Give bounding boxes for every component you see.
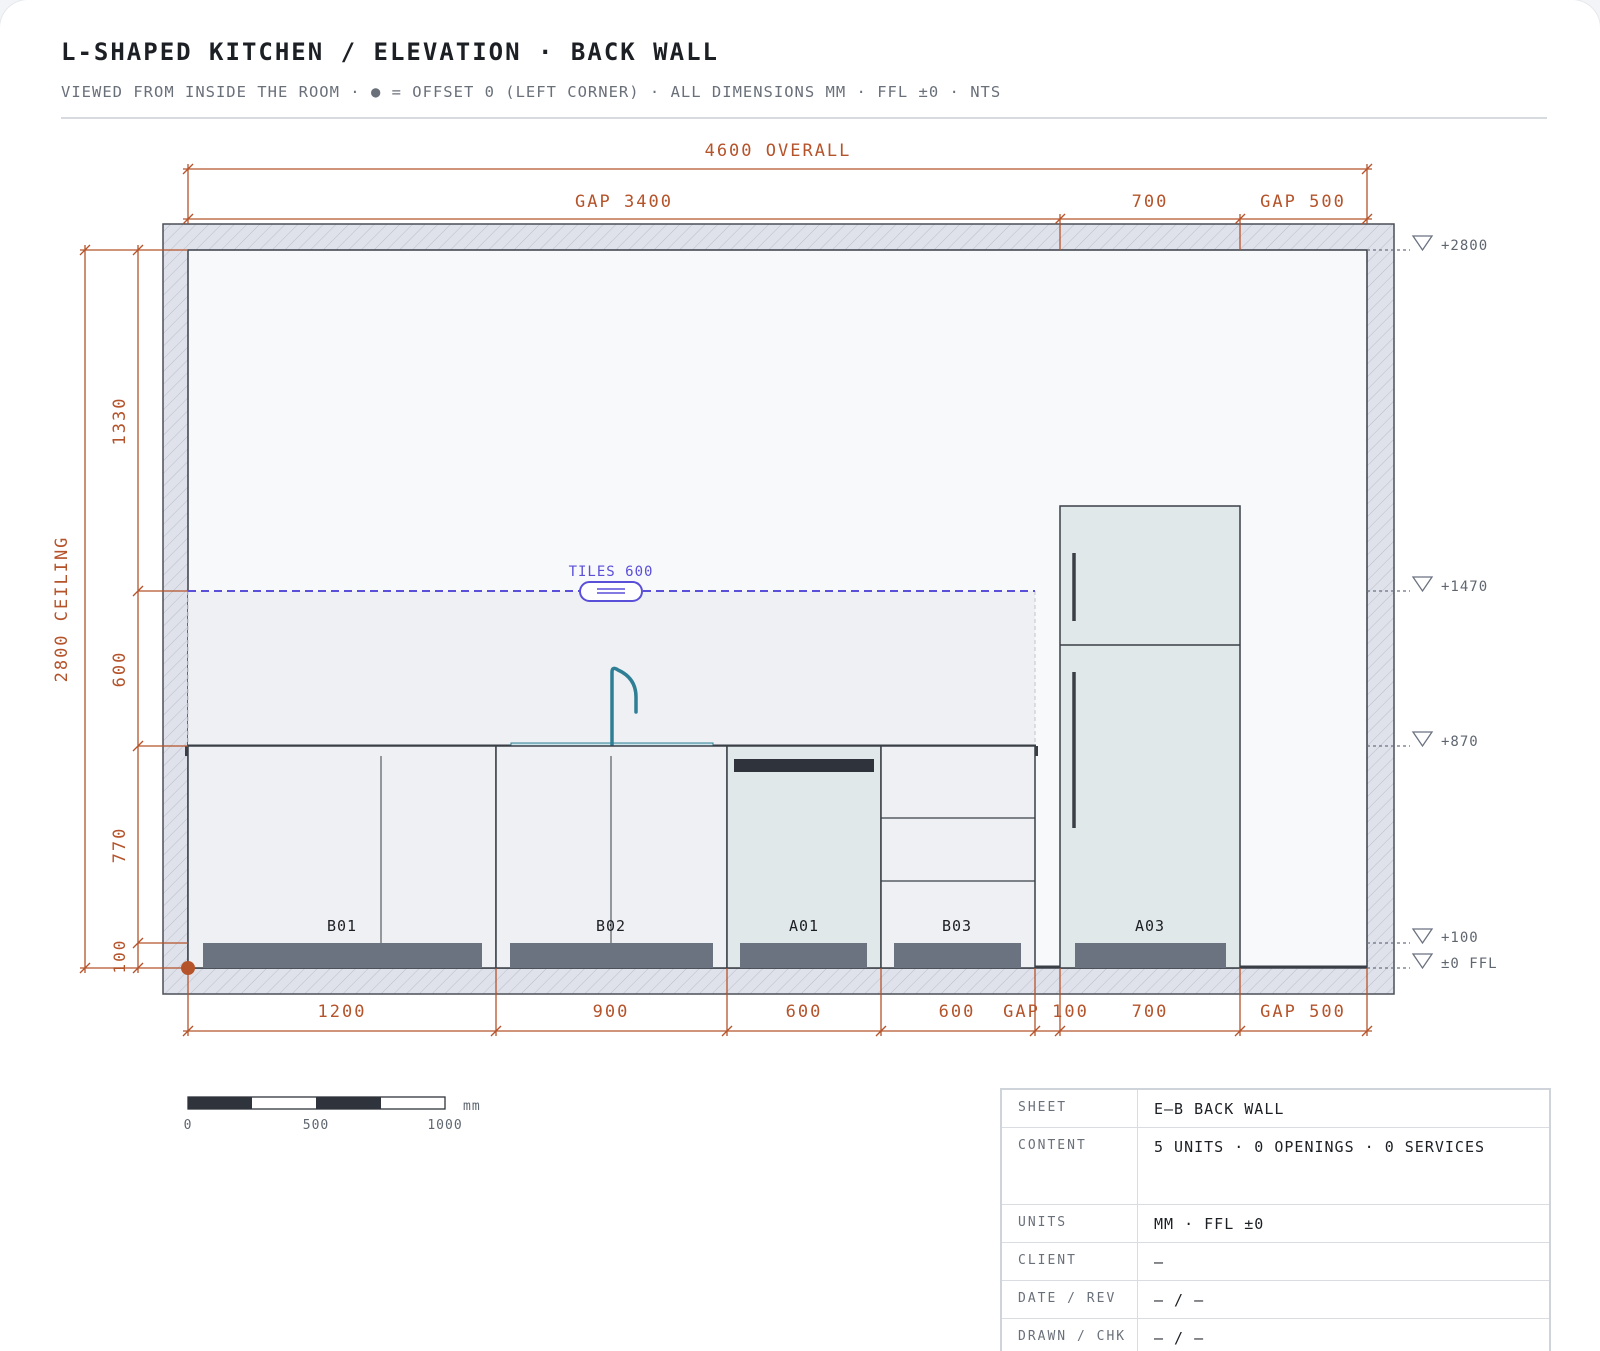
level-label-870: +870 bbox=[1441, 734, 1479, 750]
drawing-sheet: L-SHAPED KITCHEN / ELEVATION · BACK WALL… bbox=[0, 0, 1600, 1351]
level-label-2800: +2800 bbox=[1441, 238, 1488, 254]
title-block-key: SHEET bbox=[1002, 1090, 1138, 1127]
tile-height-marker bbox=[579, 581, 643, 602]
dim-left-600: 600 bbox=[110, 651, 130, 688]
plinth bbox=[203, 943, 482, 968]
title-block-key: CLIENT bbox=[1002, 1243, 1138, 1280]
unit-label-b03: B03 bbox=[942, 917, 972, 935]
dim-top-fridge: 700 bbox=[1132, 192, 1169, 212]
dim-left-100: 100 bbox=[110, 939, 129, 974]
scale-label-1000: 1000 bbox=[427, 1118, 462, 1133]
dim-bottom-b03: 600 bbox=[939, 1002, 976, 1022]
dim-bottom-a03: 700 bbox=[1132, 1002, 1169, 1022]
level-label-1470: +1470 bbox=[1441, 579, 1488, 595]
scale-label-500: 500 bbox=[303, 1118, 329, 1133]
plinth bbox=[894, 943, 1021, 968]
scale-bar: mm 0 500 1000 bbox=[184, 1096, 481, 1133]
scale-label-0: 0 bbox=[184, 1118, 193, 1133]
title-block-key: UNITS bbox=[1002, 1205, 1138, 1242]
plinth bbox=[740, 943, 867, 968]
dishwasher-control-panel bbox=[734, 759, 874, 772]
dim-left-ceiling: 2800 CEILING bbox=[52, 536, 72, 683]
title-block-key: DATE / REV bbox=[1002, 1281, 1138, 1318]
unit-label-b02: B02 bbox=[596, 917, 626, 935]
dim-bottom-a01: 600 bbox=[786, 1002, 823, 1022]
scale-unit: mm bbox=[463, 1099, 481, 1114]
dim-left-1330: 1330 bbox=[110, 397, 130, 446]
dim-overall: 4600 OVERALL bbox=[705, 141, 852, 161]
title-block-value: — / — bbox=[1154, 1329, 1205, 1347]
title-block-row: DRAWN / CHK — / — bbox=[1002, 1319, 1549, 1351]
unit-label-a03: A03 bbox=[1135, 917, 1165, 935]
title-block-key: DRAWN / CHK bbox=[1002, 1319, 1138, 1351]
dim-top-gap-right: GAP 500 bbox=[1260, 192, 1346, 212]
title-block-key: CONTENT bbox=[1002, 1128, 1138, 1204]
dim-top-gap-left: GAP 3400 bbox=[575, 192, 673, 212]
plinth bbox=[510, 943, 713, 968]
dim-bottom-b01: 1200 bbox=[318, 1002, 367, 1022]
dim-bottom-gap-500: GAP 500 bbox=[1260, 1002, 1346, 1022]
unit-label-a01: A01 bbox=[789, 917, 819, 935]
title-block: SHEET E—B BACK WALL CONTENT 5 UNITS · 0 … bbox=[1000, 1088, 1551, 1351]
dim-left-770: 770 bbox=[110, 827, 130, 864]
unit-a03-fridge[interactable] bbox=[1059, 505, 1241, 969]
title-block-row: CONTENT 5 UNITS · 0 OPENINGS · 0 SERVICE… bbox=[1002, 1128, 1549, 1205]
dim-bottom-b02: 900 bbox=[593, 1002, 630, 1022]
dim-bottom-gap-100: GAP 100 bbox=[1003, 1002, 1089, 1022]
tiles-label: TILES 600 bbox=[569, 564, 654, 580]
level-label-100: +100 bbox=[1441, 930, 1479, 946]
unit-label-b01: B01 bbox=[327, 917, 357, 935]
level-label-ffl: ±0 FFL bbox=[1441, 956, 1498, 972]
plinth bbox=[1075, 943, 1226, 968]
